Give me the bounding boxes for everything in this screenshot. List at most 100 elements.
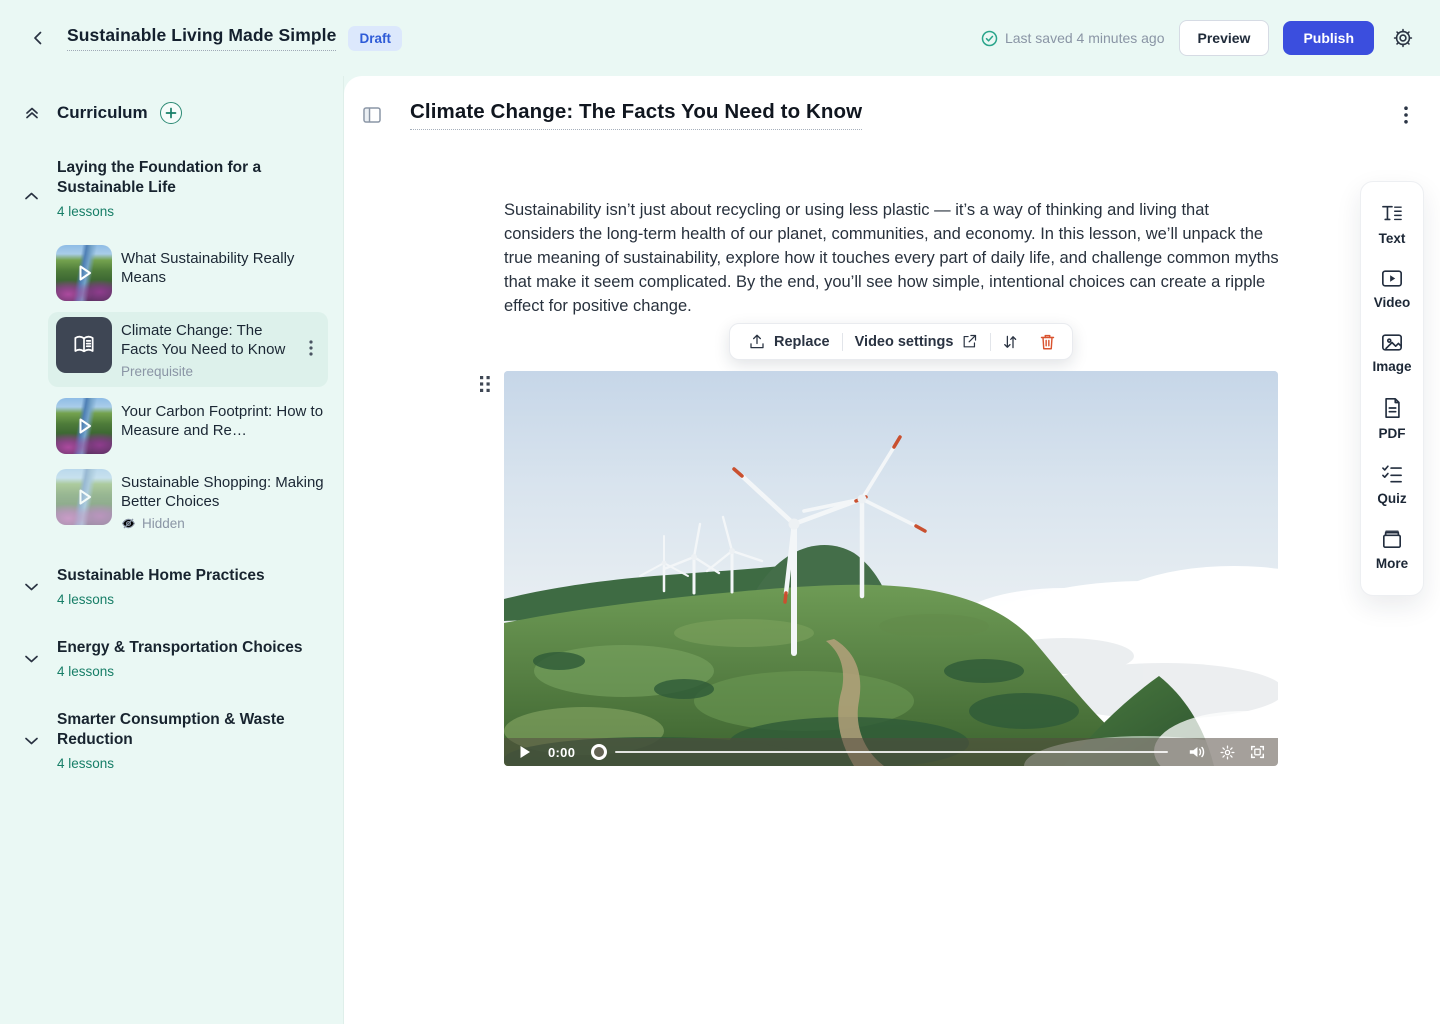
last-saved-text: Last saved 4 minutes ago [1005,30,1165,46]
sidebar-toggle-icon[interactable] [362,105,382,125]
chevron-down-icon [24,736,39,746]
video-tool-icon [1381,269,1403,288]
lesson-title: Climate Change: The Facts You Need to Kn… [121,321,302,359]
video-time: 0:00 [548,745,575,760]
tool-image-button[interactable]: Image [1372,333,1411,374]
video-settings-button[interactable]: Video settings [843,324,991,359]
lesson-prerequisite-label: Prerequisite [121,364,302,379]
progress-bar[interactable] [615,751,1168,754]
external-link-icon [961,333,978,350]
chevron-up-icon [24,191,39,201]
tool-label: More [1376,556,1408,571]
more-tool-icon [1381,529,1403,549]
lesson-item-selected[interactable]: Climate Change: The Facts You Need to Kn… [48,312,328,387]
upload-icon [748,333,766,351]
video-still[interactable]: 0:00 [504,371,1278,766]
lesson-item[interactable]: What Sustainability Really Means [48,241,328,305]
curriculum-title: Curriculum [57,103,148,123]
replace-label: Replace [774,334,830,350]
tool-label: Image [1372,359,1411,374]
book-open-icon [71,332,97,358]
section-header[interactable]: Energy & Transportation Choices 4 lesson… [24,638,319,679]
lesson-video-thumbnail [56,398,112,454]
curriculum-header: Curriculum [24,102,319,124]
lesson-title: What Sustainability Really Means [121,249,324,287]
section-title: Laying the Foundation for a Sustainable … [57,158,307,198]
section-header[interactable]: Smarter Consumption & Waste Reduction 4 … [24,710,319,771]
tool-quiz-button[interactable]: Quiz [1377,464,1406,506]
publish-button[interactable]: Publish [1283,21,1374,55]
replace-button[interactable]: Replace [736,324,842,359]
tool-label: PDF [1379,426,1406,441]
lesson-options-kebab-icon[interactable] [1394,103,1418,127]
section-title: Smarter Consumption & Waste Reduction [57,710,307,750]
video-block-toolbar: Replace Video settings [729,323,1073,360]
tool-text-button[interactable]: Text [1379,204,1406,246]
settings-gear-icon[interactable] [1388,23,1418,53]
eye-off-icon [121,517,136,530]
play-icon [73,262,95,284]
trash-icon [1039,333,1056,351]
collapse-all-icon[interactable] [24,105,40,121]
add-section-button[interactable] [160,102,182,124]
section-lesson-count: 4 lessons [57,756,307,771]
curriculum-section: Smarter Consumption & Waste Reduction 4 … [0,710,343,771]
top-header: Sustainable Living Made Simple Draft Las… [0,0,1440,76]
image-tool-icon [1381,333,1403,352]
fullscreen-icon[interactable] [1246,744,1268,760]
section-header[interactable]: Laying the Foundation for a Sustainable … [24,158,319,219]
curriculum-section: Energy & Transportation Choices 4 lesson… [0,638,343,679]
lesson-item-hidden[interactable]: Sustainable Shopping: Making Better Choi… [48,465,328,535]
curriculum-section: Sustainable Home Practices 4 lessons [0,566,343,607]
tool-more-button[interactable]: More [1376,529,1408,571]
scrubber-knob[interactable] [591,744,607,760]
video-block[interactable]: 0:00 [504,371,1278,766]
player-settings-icon[interactable] [1216,744,1238,761]
lesson-page-title[interactable]: Climate Change: The Facts You Need to Kn… [410,100,862,130]
lesson-menu-kebab-icon[interactable] [302,340,320,356]
lesson-title: Your Carbon Footprint: How to Measure an… [121,402,324,440]
reorder-block-button[interactable] [991,324,1029,359]
chevron-down-icon [24,582,39,592]
chevron-down-icon [24,654,39,664]
video-settings-label: Video settings [855,334,954,350]
volume-icon[interactable] [1186,744,1208,760]
content-tools-panel: Text Video Image [1360,181,1424,596]
section-title: Energy & Transportation Choices [57,638,302,658]
section-lesson-count: 4 lessons [57,204,307,219]
lesson-title: Sustainable Shopping: Making Better Choi… [121,473,324,511]
tool-pdf-button[interactable]: PDF [1379,397,1406,441]
play-icon [73,415,95,437]
play-icon [73,486,95,508]
section-lesson-count: 4 lessons [57,664,302,679]
text-tool-icon [1381,204,1403,224]
lesson-reading-tile [56,317,112,373]
lesson-item[interactable]: Your Carbon Footprint: How to Measure an… [48,394,328,458]
section-title: Sustainable Home Practices [57,566,265,586]
section-lesson-count: 4 lessons [57,592,265,607]
check-circle-icon [981,30,998,47]
tool-label: Text [1379,231,1406,246]
lesson-hidden-label: Hidden [142,516,185,531]
curriculum-sidebar: Curriculum Laying the Foundation for a S… [0,76,344,1024]
lesson-intro-paragraph[interactable]: Sustainability isn’t just about recyclin… [504,198,1280,318]
quiz-tool-icon [1381,464,1403,484]
curriculum-section: Laying the Foundation for a Sustainable … [0,158,343,535]
section-header[interactable]: Sustainable Home Practices 4 lessons [24,566,319,607]
drag-handle-icon[interactable] [479,375,491,393]
lesson-video-thumbnail [56,245,112,301]
lesson-editor-panel: Climate Change: The Facts You Need to Kn… [344,76,1440,1024]
play-button[interactable] [514,745,536,759]
tool-video-button[interactable]: Video [1374,269,1411,310]
course-title[interactable]: Sustainable Living Made Simple [67,25,336,51]
lesson-video-thumbnail [56,469,112,525]
sort-arrows-icon [1001,333,1019,351]
tool-label: Video [1374,295,1411,310]
pdf-tool-icon [1383,397,1402,419]
status-badge: Draft [348,26,402,51]
tool-label: Quiz [1377,491,1406,506]
last-saved-status: Last saved 4 minutes ago [981,30,1165,47]
delete-block-button[interactable] [1029,324,1066,359]
preview-button[interactable]: Preview [1179,20,1270,56]
back-button[interactable] [24,24,52,52]
